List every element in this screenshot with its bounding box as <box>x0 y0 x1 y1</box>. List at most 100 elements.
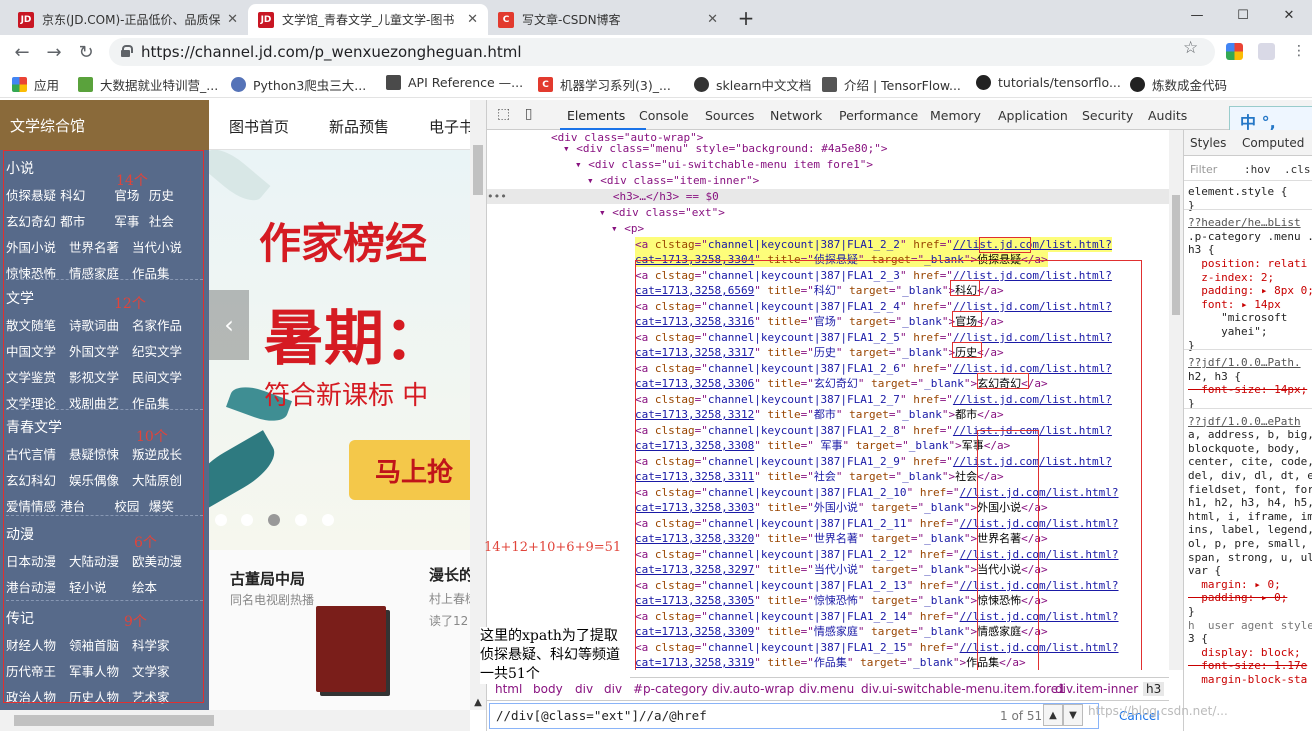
style-line[interactable]: center, cite, code, <box>1188 455 1312 468</box>
banner-cta-button[interactable]: 马上抢 <box>349 440 470 500</box>
style-line[interactable]: h2, h3 { <box>1188 370 1241 383</box>
style-line[interactable]: font: ▸ 14px <box>1188 298 1280 311</box>
breadcrumb-item[interactable]: body <box>533 682 563 696</box>
style-line[interactable]: fieldset, font, for <box>1188 483 1312 496</box>
style-line[interactable]: h3 { <box>1188 243 1215 256</box>
style-line[interactable]: ??header/he…bList <box>1188 216 1301 229</box>
filter-input[interactable]: Filter <box>1190 163 1217 176</box>
extension-icon[interactable] <box>1226 43 1243 60</box>
devtools-tab-application[interactable]: Application <box>998 108 1068 123</box>
menu-icon[interactable]: ⋮ <box>1292 43 1306 59</box>
minimize-window-button[interactable]: — <box>1174 0 1220 30</box>
scrollbar-thumb[interactable] <box>1172 195 1180 315</box>
next-match-button[interactable]: ▼ <box>1063 704 1083 726</box>
nav-link-ebook[interactable]: 电子书 <box>429 116 470 137</box>
tab-styles[interactable]: Styles <box>1190 136 1226 150</box>
bookmark-api[interactable]: API Reference —... <box>386 75 523 90</box>
dom-node[interactable]: ▾ <div class="ext"> <box>599 205 725 220</box>
style-line[interactable]: 3 { <box>1188 632 1208 645</box>
hover-state-toggle[interactable]: :hov <box>1244 163 1271 176</box>
scrollbar-thumb[interactable] <box>14 715 214 726</box>
back-button[interactable]: ← <box>8 38 36 66</box>
carousel-dot[interactable] <box>241 514 253 526</box>
style-line[interactable]: h user agent style <box>1188 619 1312 632</box>
breadcrumb-item[interactable]: div <box>575 682 593 696</box>
style-line[interactable]: h1, h2, h3, h4, h5, <box>1188 496 1312 509</box>
carousel-dot-active[interactable] <box>268 514 280 526</box>
breadcrumb-item[interactable]: div.menu <box>799 682 854 696</box>
style-line[interactable]: position: relati <box>1188 257 1307 270</box>
devtools-tab-security[interactable]: Security <box>1082 108 1133 123</box>
devtools-tab-audits[interactable]: Audits <box>1148 108 1187 123</box>
bookmark-tutorials[interactable]: tutorials/tensorflo... <box>976 75 1121 90</box>
style-line[interactable]: element.style { <box>1188 185 1287 198</box>
previous-match-button[interactable]: ▲ <box>1043 704 1063 726</box>
close-window-button[interactable]: ✕ <box>1266 0 1312 30</box>
new-tab-button[interactable]: + <box>734 6 758 30</box>
style-line[interactable]: ol, p, pre, small, <box>1188 537 1307 550</box>
browser-tab-csdn[interactable]: C 写文章-CSDN博客 ✕ <box>488 4 728 35</box>
style-line[interactable]: var { <box>1188 564 1221 577</box>
book-title[interactable]: 古董局中局 <box>230 568 305 589</box>
dom-node[interactable]: ▾ <p> <box>611 221 644 236</box>
book-cover-image[interactable] <box>316 606 386 692</box>
style-line[interactable]: font-size: 14px; <box>1188 383 1307 396</box>
browser-tab-jd-home[interactable]: JD 京东(JD.COM)-正品低价、品质保 ✕ <box>8 4 248 35</box>
style-line[interactable]: ins, label, legend, <box>1188 523 1312 536</box>
style-line[interactable]: ??jdf/1.0.0…Path. <box>1188 356 1301 369</box>
promo-banner[interactable]: 作家榜经 暑期： 符合新课标 中 马上抢 ‹ <box>209 150 470 550</box>
devtools-tab-console[interactable]: Console <box>639 108 689 123</box>
nav-link-presale[interactable]: 新品预售 <box>329 116 389 137</box>
bookmark-bigdata[interactable]: 大数据就业特训营_... <box>78 75 218 94</box>
style-line[interactable]: a, address, b, big, <box>1188 428 1312 441</box>
style-line[interactable]: display: block; <box>1188 646 1300 659</box>
close-search-icon[interactable]: ▲ <box>470 694 486 711</box>
devtools-tab-memory[interactable]: Memory <box>930 108 981 123</box>
pdf-extension-icon[interactable] <box>1258 43 1275 60</box>
dom-link-node[interactable]: <a clstag="channel|keycount|387|FLA1_2_2… <box>635 237 1112 252</box>
style-line[interactable]: .p-category .menu . <box>1188 230 1312 243</box>
address-bar[interactable]: https://channel.jd.com/p_wenxuezonghegua… <box>109 38 1215 66</box>
breadcrumb-item[interactable]: div.item-inner <box>1055 682 1138 696</box>
bookmark-ml[interactable]: C 机器学习系列(3)_... <box>538 75 671 94</box>
devtools-tab-performance[interactable]: Performance <box>839 108 918 123</box>
carousel-prev-button[interactable]: ‹ <box>209 290 249 360</box>
close-tab-icon[interactable]: ✕ <box>227 12 238 27</box>
style-line[interactable]: blockquote, body, <box>1188 442 1301 455</box>
breadcrumb-item-active[interactable]: h3 <box>1143 682 1165 696</box>
style-line[interactable]: "microsoft <box>1188 311 1287 324</box>
bookmark-star-icon[interactable]: ☆ <box>1183 38 1198 58</box>
dom-tree[interactable]: <div class="auto-wrap"> ▾ <div class="me… <box>487 130 1169 670</box>
devtools-tab-elements[interactable]: Elements <box>567 108 625 123</box>
breadcrumb-item[interactable]: div <box>604 682 622 696</box>
close-tab-icon[interactable]: ✕ <box>707 12 718 27</box>
style-line[interactable]: ??jdf/1.0.0…ePath <box>1188 415 1301 428</box>
browser-tab-literature[interactable]: JD 文学馆_青春文学_儿童文学-图书 ✕ <box>248 4 488 35</box>
style-line[interactable]: } <box>1188 605 1195 618</box>
class-toggle[interactable]: .cls <box>1284 163 1311 176</box>
dom-node-selected[interactable]: ••• <h3>…</h3> == $0 <box>487 189 1169 204</box>
bookmark-tensorflow[interactable]: 介绍 | TensorFlow... <box>822 75 961 94</box>
carousel-dot[interactable] <box>215 514 227 526</box>
dom-node[interactable]: ▾ <div class="ui-switchable-menu item fo… <box>575 157 873 172</box>
book-title[interactable]: 漫长的 <box>429 564 470 585</box>
nav-link-home[interactable]: 图书首页 <box>229 116 289 137</box>
breadcrumb-item[interactable]: div.auto-wrap <box>712 682 794 696</box>
dom-node[interactable]: ▾ <div class="item-inner"> <box>587 173 759 188</box>
style-line[interactable]: font-size: 1.17e <box>1188 659 1307 672</box>
scrollbar-thumb[interactable] <box>473 145 483 195</box>
style-line[interactable]: html, i, iframe, im <box>1188 510 1312 523</box>
device-toolbar-icon[interactable]: ▯ <box>525 106 533 122</box>
breadcrumb-item[interactable]: html <box>495 682 522 696</box>
dom-tree-scrollbar[interactable] <box>1169 130 1183 670</box>
bookmark-sklearn[interactable]: sklearn中文文档 <box>694 75 811 94</box>
bookmark-code[interactable]: 炼数成金代码 <box>1130 75 1227 94</box>
style-line[interactable]: margin-block-sta <box>1188 673 1307 686</box>
page-horizontal-scrollbar[interactable] <box>0 710 470 731</box>
inspect-element-icon[interactable]: ⬚ <box>497 106 510 122</box>
bookmark-python[interactable]: Python3爬虫三大... <box>231 75 366 94</box>
style-line[interactable]: margin: ▸ 0; <box>1188 578 1280 591</box>
carousel-dot[interactable] <box>295 514 307 526</box>
close-tab-icon[interactable]: ✕ <box>467 12 478 27</box>
devtools-tab-sources[interactable]: Sources <box>705 108 754 123</box>
